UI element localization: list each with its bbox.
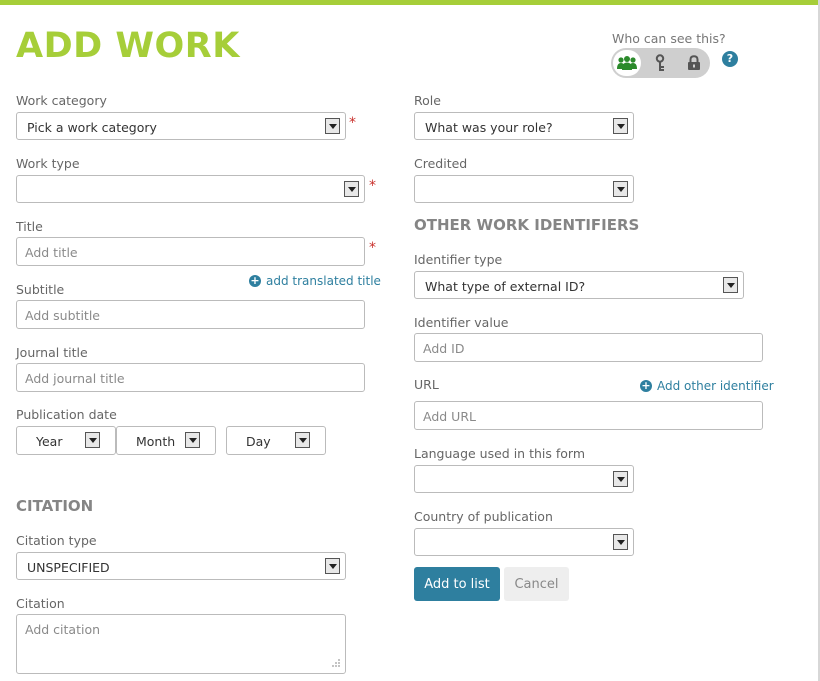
resize-handle-icon[interactable] bbox=[330, 659, 340, 669]
visibility-private-button[interactable] bbox=[680, 50, 708, 76]
citation-label: Citation bbox=[16, 596, 65, 611]
help-icon[interactable]: ? bbox=[722, 51, 738, 67]
top-accent-bar bbox=[0, 0, 820, 5]
role-select[interactable]: What was your role? bbox=[414, 112, 634, 140]
plus-circle-icon: + bbox=[249, 274, 261, 287]
required-marker: * bbox=[349, 115, 356, 131]
publication-date-label: Publication date bbox=[16, 407, 117, 422]
publication-day-select[interactable]: Day bbox=[226, 426, 326, 455]
visibility-selector bbox=[611, 48, 710, 78]
work-type-select[interactable] bbox=[16, 175, 365, 203]
language-label: Language used in this form bbox=[414, 446, 585, 461]
visibility-limited-button[interactable] bbox=[646, 50, 674, 76]
publication-month-select[interactable]: Month bbox=[116, 426, 216, 455]
citation-placeholder: Add citation bbox=[25, 622, 101, 637]
chevron-down-icon bbox=[723, 277, 738, 293]
citation-type-select[interactable]: UNSPECIFIED bbox=[16, 552, 346, 580]
work-category-value: Pick a work category bbox=[27, 120, 157, 135]
add-other-identifier-text: Add other identifier bbox=[657, 379, 774, 393]
country-select[interactable] bbox=[414, 528, 634, 556]
journal-title-label: Journal title bbox=[16, 345, 88, 360]
everyone-icon bbox=[617, 56, 637, 70]
work-category-label: Work category bbox=[16, 93, 107, 108]
role-label: Role bbox=[414, 93, 441, 108]
required-marker: * bbox=[369, 178, 376, 194]
work-category-select[interactable]: Pick a work category bbox=[16, 112, 346, 140]
identifier-type-select[interactable]: What type of external ID? bbox=[414, 271, 744, 299]
visibility-label: Who can see this? bbox=[612, 31, 726, 46]
journal-title-input[interactable]: Add journal title bbox=[16, 363, 365, 392]
citation-section-title: CITATION bbox=[16, 497, 94, 515]
add-to-list-button[interactable]: Add to list bbox=[414, 567, 500, 601]
journal-title-placeholder: Add journal title bbox=[25, 371, 125, 386]
year-value: Year bbox=[36, 434, 63, 449]
chevron-down-icon bbox=[85, 432, 100, 448]
credited-label: Credited bbox=[414, 156, 468, 171]
required-marker: * bbox=[369, 240, 376, 256]
identifier-value-placeholder: Add ID bbox=[423, 341, 465, 356]
subtitle-label: Subtitle bbox=[16, 282, 65, 297]
url-placeholder: Add URL bbox=[423, 409, 476, 424]
chevron-down-icon bbox=[613, 471, 628, 487]
url-input[interactable]: Add URL bbox=[414, 401, 763, 430]
identifier-type-value: What type of external ID? bbox=[425, 279, 586, 294]
plus-circle-icon: + bbox=[640, 379, 652, 392]
add-translated-title-text: add translated title bbox=[266, 274, 381, 288]
month-value: Month bbox=[136, 434, 176, 449]
subtitle-placeholder: Add subtitle bbox=[25, 308, 100, 323]
chevron-down-icon bbox=[325, 118, 340, 134]
chevron-down-icon bbox=[613, 181, 628, 197]
chevron-down-icon bbox=[613, 534, 628, 550]
visibility-everyone-button[interactable] bbox=[613, 50, 641, 76]
chevron-down-icon bbox=[325, 558, 340, 574]
chevron-down-icon bbox=[344, 181, 359, 197]
cancel-button[interactable]: Cancel bbox=[504, 567, 569, 601]
publication-year-select[interactable]: Year bbox=[16, 426, 116, 455]
credited-select[interactable] bbox=[414, 175, 634, 203]
title-placeholder: Add title bbox=[25, 245, 78, 260]
citation-type-value: UNSPECIFIED bbox=[27, 560, 110, 575]
other-identifiers-section-title: OTHER WORK IDENTIFIERS bbox=[414, 216, 640, 234]
language-select[interactable] bbox=[414, 465, 634, 493]
day-value: Day bbox=[246, 434, 271, 449]
role-value: What was your role? bbox=[425, 120, 553, 135]
key-icon bbox=[655, 54, 665, 71]
work-type-label: Work type bbox=[16, 156, 80, 171]
citation-textarea[interactable]: Add citation bbox=[16, 614, 346, 674]
country-label: Country of publication bbox=[414, 509, 553, 524]
url-label: URL bbox=[414, 377, 439, 392]
chevron-down-icon bbox=[613, 118, 628, 134]
title-label: Title bbox=[16, 219, 43, 234]
identifier-value-input[interactable]: Add ID bbox=[414, 333, 763, 362]
subtitle-input[interactable]: Add subtitle bbox=[16, 300, 365, 329]
title-input[interactable]: Add title bbox=[16, 237, 365, 266]
citation-type-label: Citation type bbox=[16, 533, 97, 548]
identifier-value-label: Identifier value bbox=[414, 315, 509, 330]
add-translated-title-link[interactable]: + add translated title bbox=[249, 274, 381, 288]
chevron-down-icon bbox=[295, 432, 310, 448]
chevron-down-icon bbox=[185, 432, 200, 448]
add-other-identifier-link[interactable]: + Add other identifier bbox=[640, 379, 774, 393]
identifier-type-label: Identifier type bbox=[414, 252, 503, 267]
lock-icon bbox=[688, 55, 700, 70]
page-title: ADD WORK bbox=[16, 26, 240, 66]
